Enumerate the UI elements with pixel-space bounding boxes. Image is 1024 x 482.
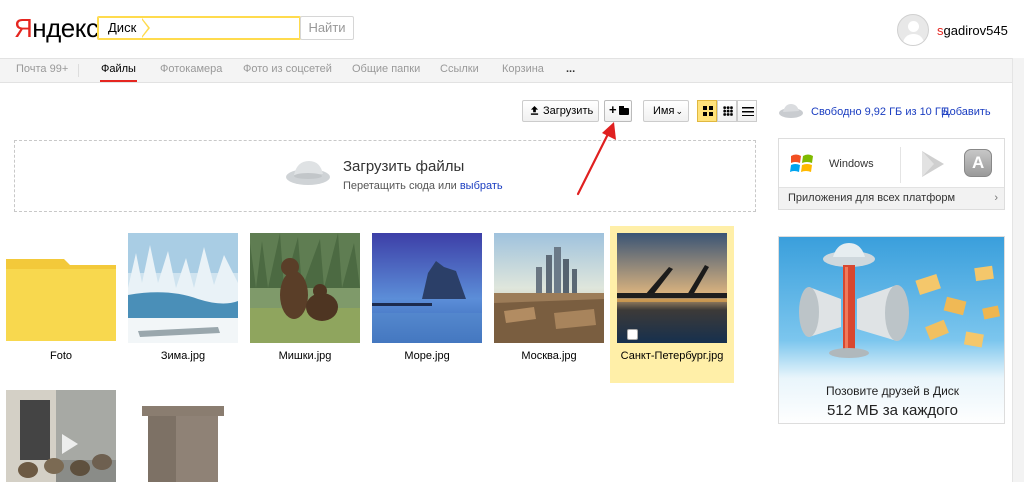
ufo-cloud-icon	[286, 161, 330, 185]
search-service-tag: Диск	[100, 18, 151, 38]
search-box[interactable]: Диск	[97, 16, 301, 40]
nav-separator	[78, 64, 79, 77]
folder-icon	[619, 106, 629, 115]
list-icon	[742, 107, 754, 116]
chevron-down-icon: ⌄	[675, 106, 683, 116]
file-name: Мишки.jpg	[278, 350, 332, 362]
user-name-link[interactable]: sgadirov545	[937, 23, 1008, 38]
banner-title: Позовите друзей в Диск	[825, 384, 960, 398]
plus-icon: +	[609, 102, 617, 117]
small-grid-icon	[723, 106, 733, 116]
storage-free-text: Свободно 9,92 ГБ из 10 ГБ.	[811, 106, 952, 118]
file-name: Море.jpg	[404, 350, 450, 362]
nav-item-links[interactable]: Ссылки	[440, 63, 479, 75]
header: Яндекс Диск Найти sgadirov545	[0, 0, 1024, 58]
banner-subtitle: 512 МБ за каждого	[827, 402, 958, 419]
file-name: Москва.jpg	[521, 350, 577, 362]
sort-label: Имя	[653, 105, 675, 117]
user-avatar-icon[interactable]	[897, 14, 929, 46]
nav-item-more[interactable]: ...	[566, 63, 575, 75]
nav-item-shared-folders[interactable]: Общие папки	[352, 63, 420, 75]
sea-photo-thumbnail	[372, 233, 482, 343]
apps-panel: Windows Приложения для всех платформ ›	[778, 138, 1005, 210]
new-folder-button[interactable]: +	[604, 100, 632, 122]
ufo-cloud-icon	[779, 104, 803, 118]
add-storage-link[interactable]: Добавить	[942, 106, 991, 118]
windows-icon[interactable]	[789, 151, 815, 177]
nav-item-files[interactable]: Файлы	[100, 63, 137, 82]
bears-photo-thumbnail	[250, 233, 360, 343]
search-button[interactable]: Найти	[300, 16, 354, 40]
spb-photo-thumbnail	[617, 233, 727, 343]
page-scrollbar[interactable]	[1012, 58, 1024, 482]
document-icon	[142, 406, 224, 482]
upload-dropzone[interactable]: Загрузить файлы Перетащить сюда или выбр…	[14, 140, 756, 212]
file-name: Зима.jpg	[160, 350, 206, 362]
upload-button[interactable]: Загрузить	[522, 100, 599, 122]
apps-all-platforms-link[interactable]: Приложения для всех платформ ›	[779, 187, 1004, 209]
nav-item-mail[interactable]: Почта 99+	[16, 63, 68, 75]
choose-files-link[interactable]: выбрать	[460, 180, 503, 192]
dropzone-title: Загрузить файлы	[343, 158, 465, 175]
sort-dropdown[interactable]: Имя ⌄	[643, 100, 689, 122]
service-nav: Почта 99+ Файлы Фотокамера Фото из соцсе…	[0, 58, 1024, 83]
yandex-logo[interactable]: Яндекс	[14, 13, 99, 44]
upload-icon	[530, 106, 539, 115]
nav-item-camera[interactable]: Фотокамера	[160, 63, 222, 75]
folder-icon	[6, 259, 116, 341]
ducks-video-thumbnail	[6, 390, 116, 482]
app-store-icon[interactable]	[964, 149, 992, 177]
file-name: Foto	[49, 350, 72, 362]
storage-info: Свободно 9,92 ГБ из 10 ГБ. Добавить	[778, 102, 1018, 122]
large-grid-icon	[703, 106, 713, 116]
google-play-icon[interactable]	[919, 149, 947, 179]
apps-divider	[900, 147, 901, 183]
dropzone-subtitle: Перетащить сюда или выбрать	[343, 180, 503, 192]
file-name: Санкт-Петербург.jpg	[620, 350, 724, 362]
moscow-photo-thumbnail	[494, 233, 604, 343]
winter-photo-thumbnail	[128, 233, 238, 343]
nav-item-social-photos[interactable]: Фото из соцсетей	[243, 63, 332, 75]
nav-item-trash[interactable]: Корзина	[502, 63, 544, 75]
red-arrow-annotation	[576, 122, 616, 196]
view-list-button[interactable]	[737, 100, 757, 122]
invite-friends-banner[interactable]: Позовите друзей в Диск 512 МБ за каждого	[778, 236, 1005, 424]
upload-button-label: Загрузить	[543, 105, 594, 117]
view-large-grid-button[interactable]	[697, 100, 717, 122]
chevron-right-icon: ›	[994, 192, 998, 204]
view-small-grid-button[interactable]	[717, 100, 737, 122]
windows-app-label[interactable]: Windows	[829, 158, 874, 170]
file-select-checkbox[interactable]	[627, 329, 638, 340]
